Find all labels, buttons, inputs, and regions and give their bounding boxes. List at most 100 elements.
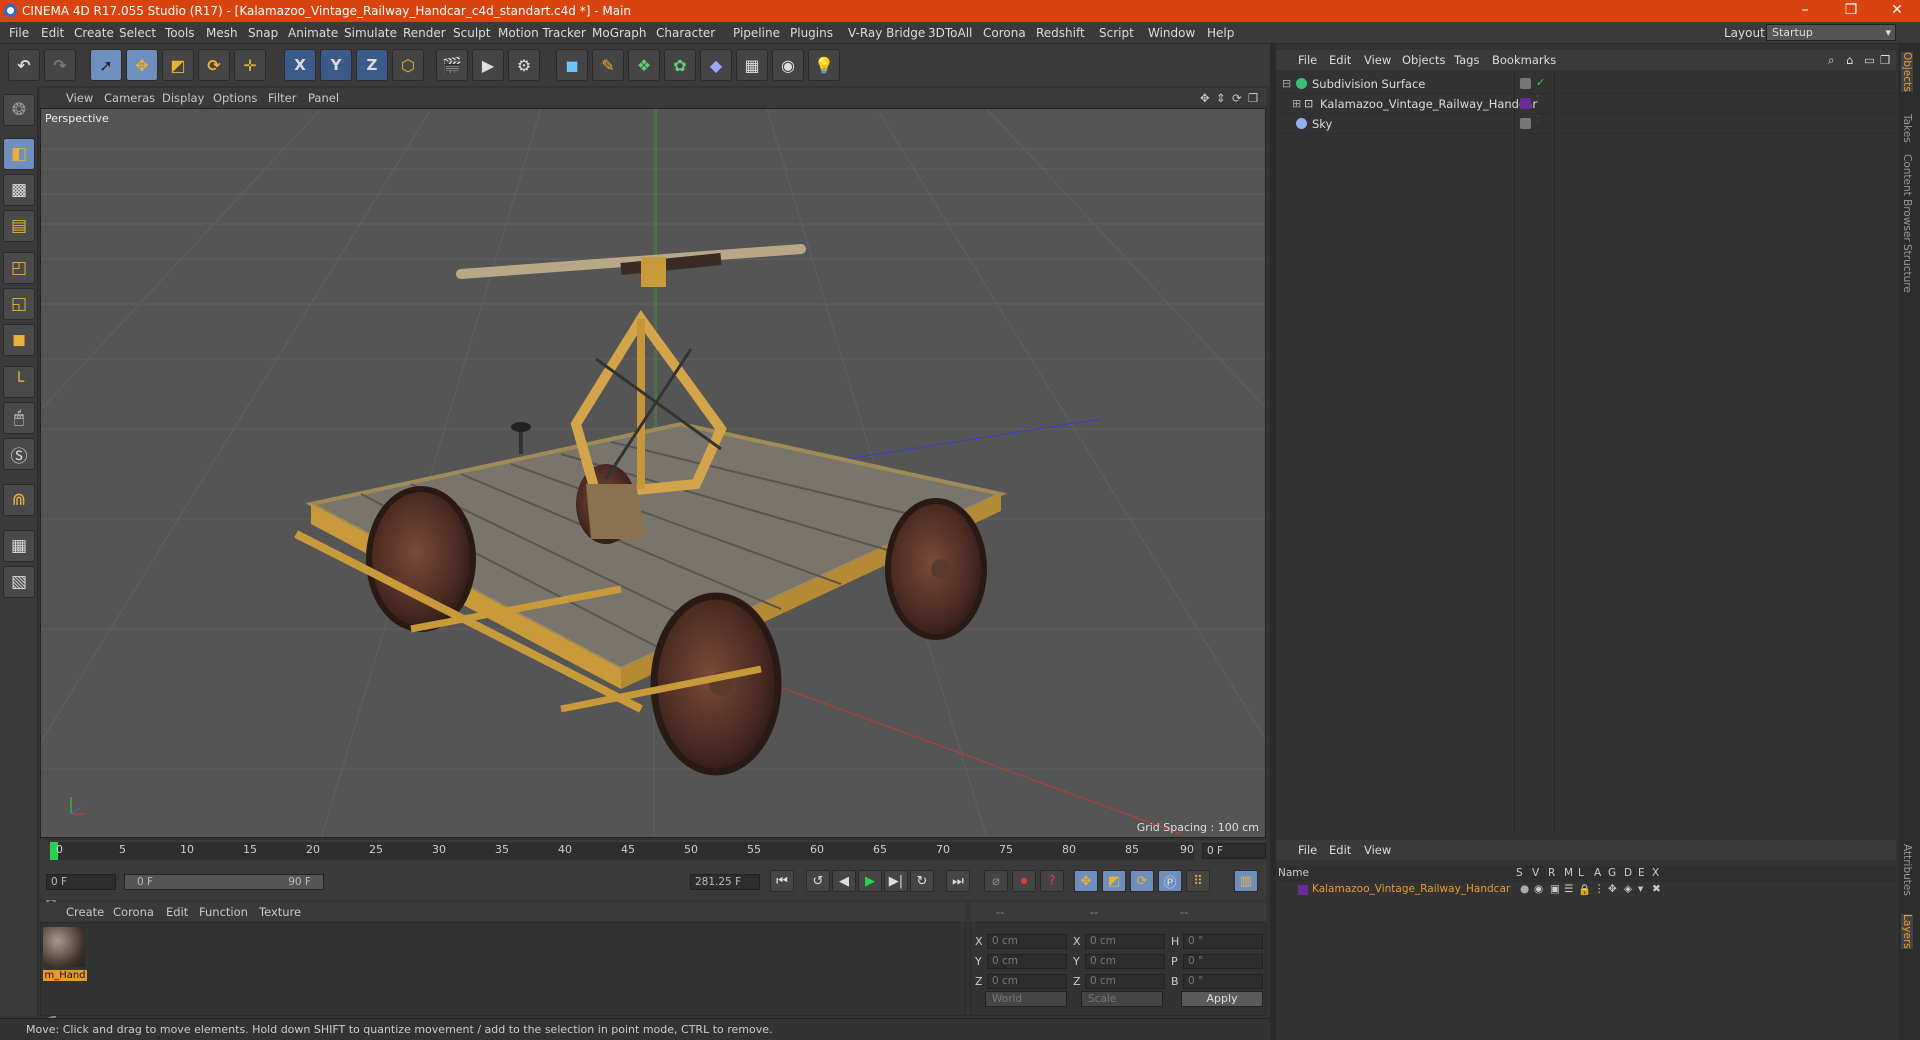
model-mode-button[interactable]: ◧ [3, 138, 35, 170]
menu-script[interactable]: Script [1099, 26, 1134, 40]
object-menu-edit[interactable]: Edit [1329, 53, 1351, 67]
floor-scene-button[interactable]: ▦ [736, 49, 768, 81]
polygons-mode-button[interactable]: ◼ [3, 324, 35, 356]
frame-range-slider[interactable]: 0 F 90 F [124, 874, 324, 890]
layout-select[interactable]: Startup ▾ [1766, 24, 1896, 41]
timeline-window-button[interactable]: ▥ [1234, 870, 1258, 892]
menu-3dtoall[interactable]: 3DToAll [928, 26, 972, 40]
end-frame-field[interactable]: 281.25 F [690, 874, 760, 890]
solo-button[interactable]: Ⓢ [3, 438, 35, 470]
viewport-zoom-icon[interactable]: ⇕ [1216, 91, 1226, 105]
menu-file[interactable]: File [9, 26, 29, 40]
menu-mesh[interactable]: Mesh [206, 26, 238, 40]
menu-mograph[interactable]: MoGraph [592, 26, 647, 40]
menu-vray-bridge[interactable]: V-Ray Bridge [848, 26, 925, 40]
object-menu-bookmarks[interactable]: Bookmarks [1492, 53, 1556, 67]
material-menu-function[interactable]: Function [199, 905, 248, 919]
menu-redshift[interactable]: Redshift [1036, 26, 1085, 40]
camera-button[interactable]: ◉ [772, 49, 804, 81]
layer-tag-icon[interactable] [1520, 78, 1531, 89]
undo-button[interactable]: ↶ [8, 49, 40, 81]
layer-color-swatch[interactable] [1298, 885, 1308, 895]
menu-simulate[interactable]: Simulate [344, 26, 397, 40]
key-param-button[interactable]: Ⓟ [1158, 870, 1182, 892]
tab-attributes[interactable]: Attributes [1901, 844, 1913, 896]
position-z-field[interactable]: 0 cm [987, 974, 1067, 989]
menu-edit[interactable]: Edit [41, 26, 64, 40]
enabled-check-icon[interactable]: ✓ [1536, 76, 1545, 89]
material-menu-corona[interactable]: Corona [113, 905, 154, 919]
tab-objects[interactable]: Objects [1901, 52, 1913, 92]
minimize-button[interactable]: – [1782, 0, 1828, 22]
viewport-menu-options[interactable]: Options [213, 91, 257, 105]
record-active-button[interactable]: ⏺ [1012, 870, 1036, 892]
expand-icon[interactable]: ⊞ [1292, 97, 1301, 110]
object-menu-objects[interactable]: Objects [1402, 53, 1445, 67]
coordinate-mode-select[interactable]: World [985, 991, 1067, 1007]
recent-tools-button[interactable]: ✛ [234, 49, 266, 81]
perspective-viewport[interactable]: Perspective Grid Spacing : 100 cm [40, 108, 1266, 838]
object-menu-view[interactable]: View [1364, 53, 1391, 67]
object-row[interactable]: ⊞ ⊡ Kalamazoo_Vintage_Railway_Handcar ⁚ [1276, 94, 1896, 114]
menu-help[interactable]: Help [1207, 26, 1234, 40]
layer-color-tag[interactable] [1520, 98, 1531, 109]
tab-structure[interactable]: Structure [1901, 244, 1913, 293]
menu-select[interactable]: Select [119, 26, 156, 40]
prev-key-button[interactable]: ↺ [806, 870, 830, 892]
layer-menu-view[interactable]: View [1364, 843, 1391, 857]
apply-button[interactable]: Apply [1181, 991, 1263, 1007]
axis-mode-button[interactable]: └ [3, 366, 35, 398]
rotate-tool-button[interactable]: ⟳ [198, 49, 230, 81]
eye-icon[interactable]: ◉ [1534, 883, 1543, 895]
redo-button[interactable]: ↷ [44, 49, 76, 81]
layer-tag-icon[interactable] [1520, 118, 1531, 129]
viewport-rotate-icon[interactable]: ⟳ [1232, 91, 1242, 105]
menu-window[interactable]: Window [1148, 26, 1195, 40]
position-x-field[interactable]: 0 cm [987, 934, 1067, 949]
coordinate-system-button[interactable]: ⬡ [392, 49, 424, 81]
size-y-field[interactable]: 0 cm [1085, 954, 1165, 969]
snap-button[interactable]: ⋒ [3, 484, 35, 516]
render-view-button[interactable]: 🎬 [436, 49, 468, 81]
tab-takes[interactable]: Takes [1901, 114, 1913, 143]
object-menu-file[interactable]: File [1298, 53, 1317, 67]
close-button[interactable]: ✕ [1874, 0, 1920, 22]
material-menu-texture[interactable]: Texture [259, 905, 301, 919]
prev-frame-button[interactable]: ◀ [832, 870, 856, 892]
key-rotation-button[interactable]: ⟳ [1130, 870, 1154, 892]
workplane-mode-button[interactable]: ▤ [3, 210, 35, 242]
generator-toggle-icon[interactable]: ✥ [1608, 883, 1617, 895]
menu-snap[interactable]: Snap [248, 26, 278, 40]
subdivision-surface-button[interactable]: ❖ [628, 49, 660, 81]
autokey-button[interactable]: ? [1040, 870, 1064, 892]
viewport-menu-cameras[interactable]: Cameras [104, 91, 155, 105]
cube-object-button[interactable]: ◼ [556, 49, 588, 81]
viewport-move-icon[interactable]: ✥ [1200, 91, 1210, 105]
material-menu-create[interactable]: Create [66, 905, 104, 919]
edges-mode-button[interactable]: ◱ [3, 288, 35, 320]
material-menu-edit[interactable]: Edit [166, 905, 188, 919]
manager-toggle-icon[interactable]: ☰ [1564, 883, 1573, 895]
animation-toggle-icon[interactable]: ⋮ [1594, 883, 1605, 895]
make-editable-button[interactable]: ❂ [3, 94, 35, 126]
key-position-button[interactable]: ✥ [1074, 870, 1098, 892]
record-disabled-button[interactable]: ⌀ [984, 870, 1008, 892]
goto-end-button[interactable]: ⏭ [946, 870, 970, 892]
render-settings-button[interactable]: ⚙ [508, 49, 540, 81]
locked-workplane-button[interactable]: ▧ [3, 566, 35, 598]
y-axis-lock-button[interactable]: Y [320, 49, 352, 81]
object-name[interactable]: Sky [1312, 117, 1332, 131]
expression-toggle-icon[interactable]: ▾ [1638, 883, 1643, 895]
menu-render[interactable]: Render [403, 26, 446, 40]
lock-icon[interactable]: 🔒 [1578, 883, 1591, 896]
start-frame-field[interactable]: 0 F [46, 874, 116, 890]
collapse-icon[interactable]: ⊟ [1282, 77, 1291, 90]
selection-tool-button[interactable]: ➚ [90, 49, 122, 81]
maximize-panel-icon[interactable]: ❐ [1880, 53, 1890, 67]
object-row[interactable]: Sky ⁚ [1276, 114, 1896, 134]
timeline-ruler[interactable]: 0 5 10 15 20 25 30 35 40 45 50 55 60 65 … [50, 842, 1194, 860]
size-mode-select[interactable]: Scale [1081, 991, 1163, 1007]
tab-content-browser[interactable]: Content Browser [1901, 154, 1913, 242]
menu-sculpt[interactable]: Sculpt [453, 26, 490, 40]
play-button[interactable]: ▶ [858, 870, 882, 892]
